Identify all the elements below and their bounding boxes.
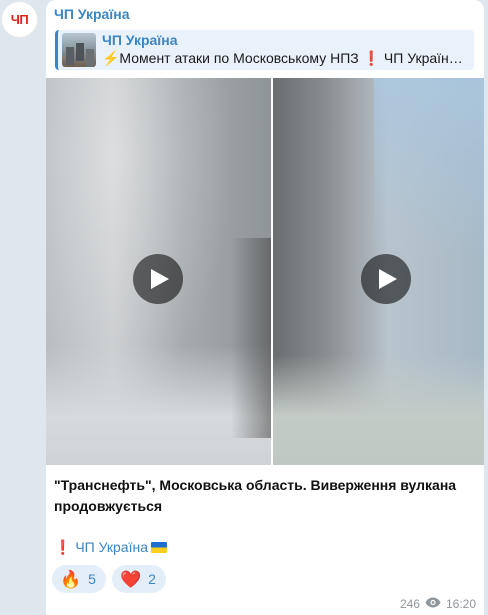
reaction-count: 5: [88, 571, 96, 587]
views-count: 246: [399, 597, 420, 611]
sender-name[interactable]: ЧП Україна: [54, 6, 130, 22]
message-bubble: ЧП Україна ЧП Україна ⚡Момент атаки по М…: [46, 0, 484, 615]
ukraine-flag-icon: [150, 542, 167, 553]
heart-icon: ❤️: [119, 569, 142, 589]
reply-title: ЧП Україна: [102, 32, 178, 48]
reaction-count: 2: [148, 571, 156, 587]
reply-preview[interactable]: ЧП Україна ⚡Момент атаки по Московському…: [55, 30, 474, 70]
message-caption: "Транснефть", Московська область. Виверж…: [54, 477, 457, 514]
message-meta: 246 16:20: [400, 597, 476, 611]
reactions-bar: 🔥 5 ❤️ 2: [52, 565, 166, 593]
channel-avatar[interactable]: ЧП: [1, 1, 38, 38]
play-icon[interactable]: [133, 254, 183, 304]
reaction-heart[interactable]: ❤️ 2: [111, 565, 166, 593]
reply-text: ⚡Момент атаки по Московському НПЗ ❗ ЧП У…: [102, 50, 474, 66]
reply-thumbnail: [62, 33, 96, 67]
play-icon[interactable]: [361, 254, 411, 304]
message-time: 16:20: [445, 597, 476, 611]
reaction-fire[interactable]: 🔥 5: [52, 565, 106, 593]
media-album: [46, 78, 484, 465]
exclamation-icon: ❗: [54, 539, 72, 555]
avatar-text: ЧП: [10, 12, 29, 27]
fire-icon: 🔥: [60, 569, 82, 589]
caption-footer: ❗ ЧП Україна: [54, 539, 167, 556]
eye-icon: [425, 597, 441, 611]
channel-link[interactable]: ЧП Україна: [75, 539, 148, 555]
